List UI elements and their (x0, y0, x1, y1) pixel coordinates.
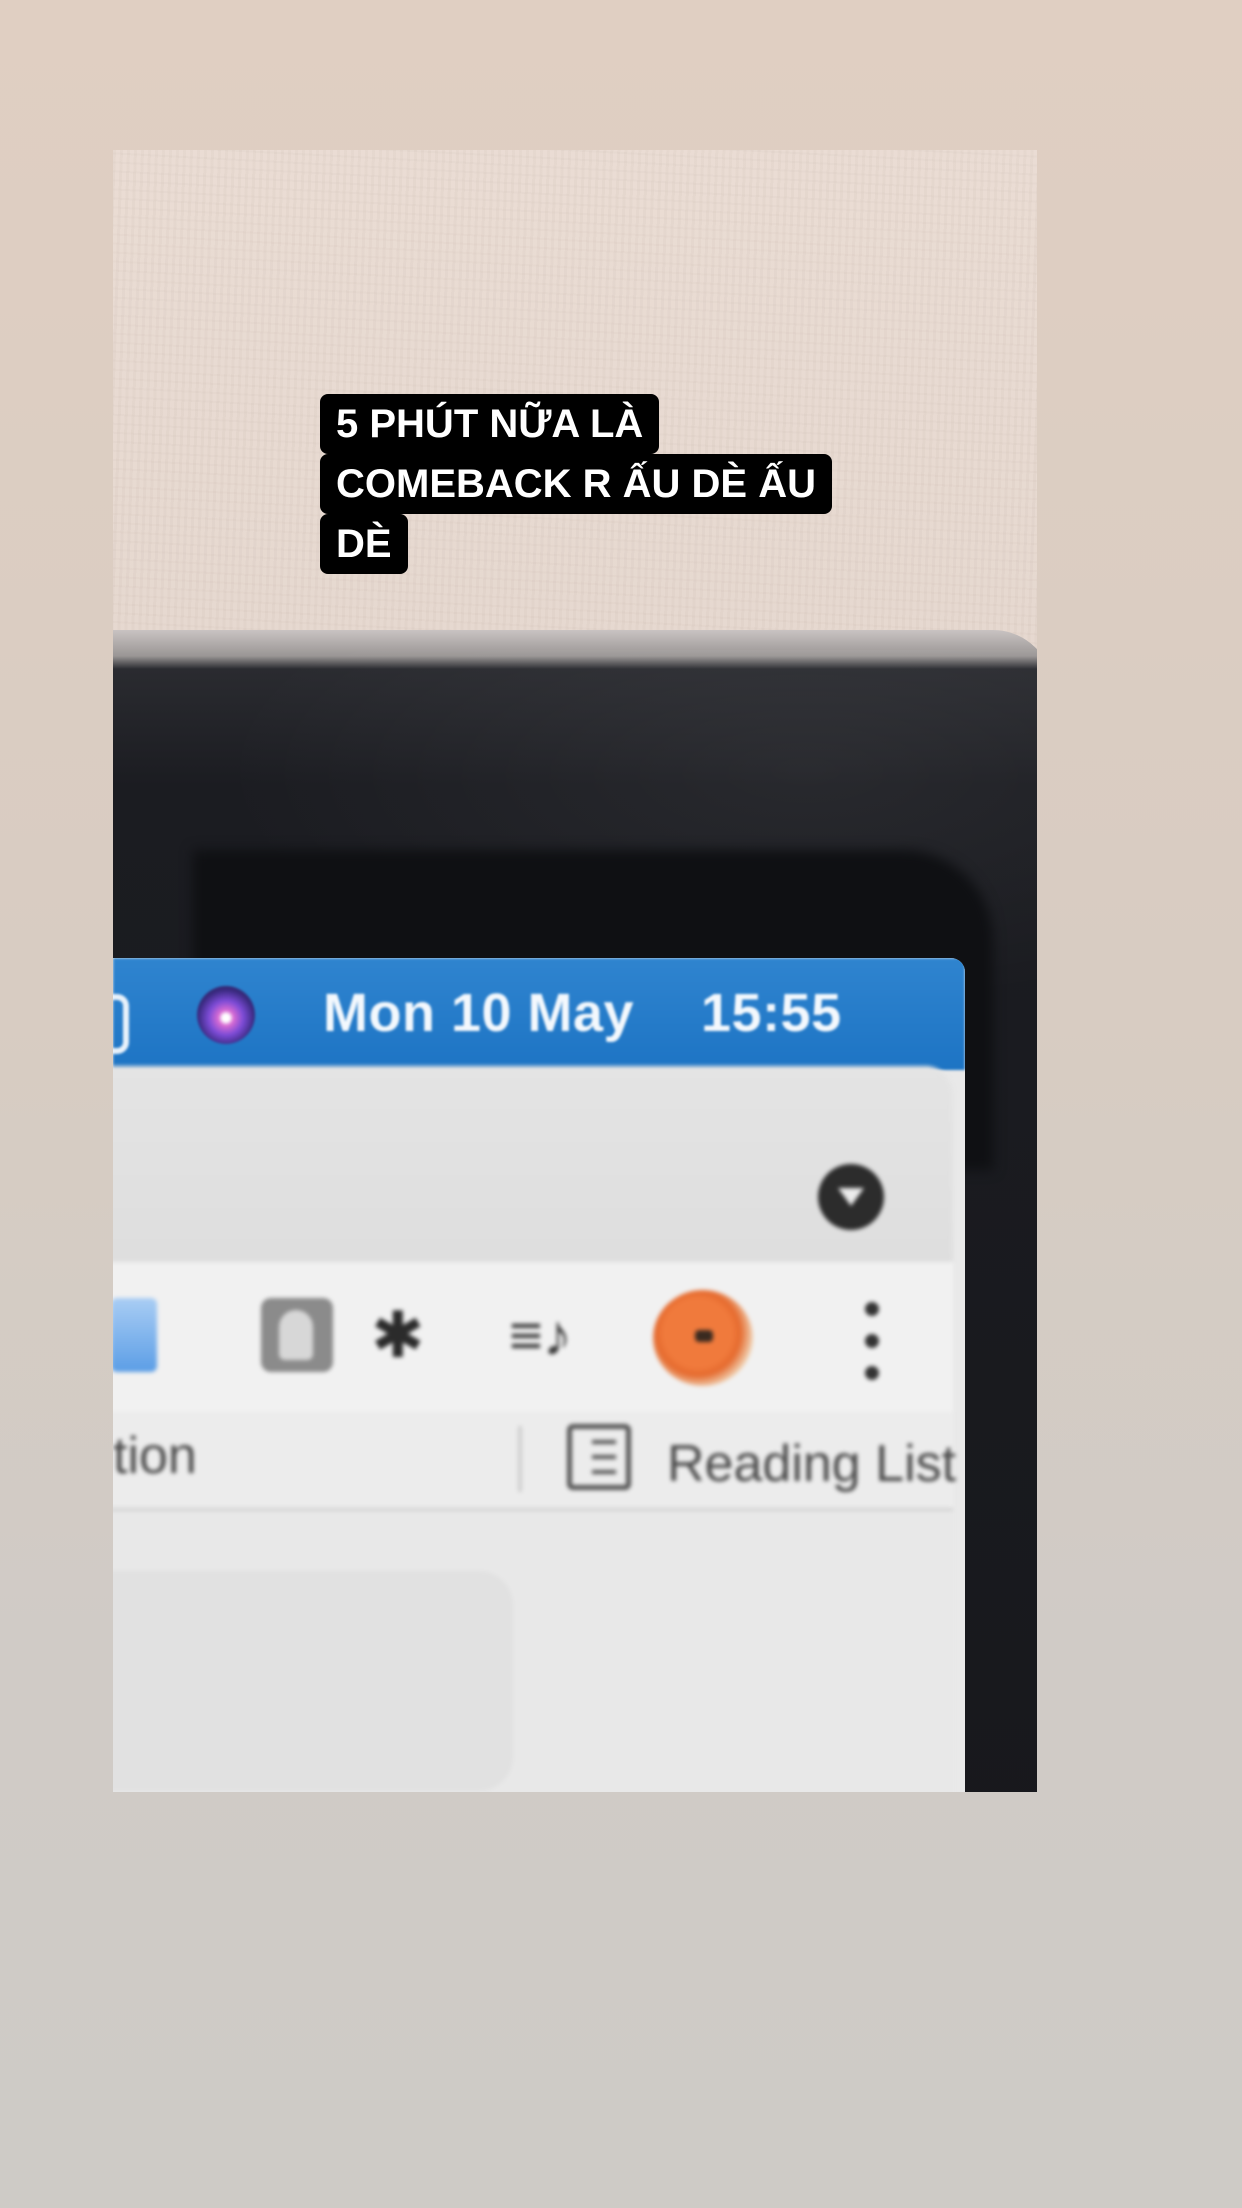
bookmarks-divider (518, 1426, 522, 1492)
bookmark-item[interactable]: tion (113, 1426, 197, 1486)
browser-toolbar: ✱ ≡♪ (113, 1262, 953, 1412)
menu-bar-date[interactable]: Mon 10 May (323, 982, 634, 1044)
browser-window: ✱ ≡♪ tion Reading List (113, 1066, 956, 1792)
reading-list-label[interactable]: Reading List (667, 1434, 956, 1494)
more-menu-icon[interactable] (865, 1302, 879, 1382)
media-control-icon[interactable]: ≡♪ (509, 1304, 589, 1368)
profile-icon[interactable] (261, 1298, 333, 1372)
browser-tab-strip (113, 1066, 953, 1262)
control-center-icon[interactable] (113, 994, 129, 1054)
bookmarks-bar: tion Reading List (113, 1412, 956, 1511)
reading-list-icon[interactable] (567, 1424, 631, 1490)
page-content (113, 1511, 953, 1792)
story-caption: 5 PHÚT NỮA LÀ COMEBACK R ẤU DÈ ẤU DÈ (320, 394, 880, 574)
siri-icon[interactable] (197, 986, 255, 1044)
menu-bar-time[interactable]: 15:55 (701, 982, 842, 1044)
file-icon[interactable] (113, 1298, 157, 1372)
mac-menu-bar: Mon 10 May 15:55 (113, 958, 965, 1070)
avatar[interactable] (653, 1290, 753, 1386)
extensions-puzzle-icon[interactable]: ✱ (371, 1302, 437, 1368)
content-card (113, 1571, 513, 1791)
tab-search-dropdown-icon[interactable] (818, 1164, 884, 1230)
story-caption-text: 5 PHÚT NỮA LÀ COMEBACK R ẤU DÈ ẤU DÈ (320, 394, 832, 574)
laptop-screen: Mon 10 May 15:55 ✱ ≡♪ tion Reading List (113, 958, 965, 1792)
